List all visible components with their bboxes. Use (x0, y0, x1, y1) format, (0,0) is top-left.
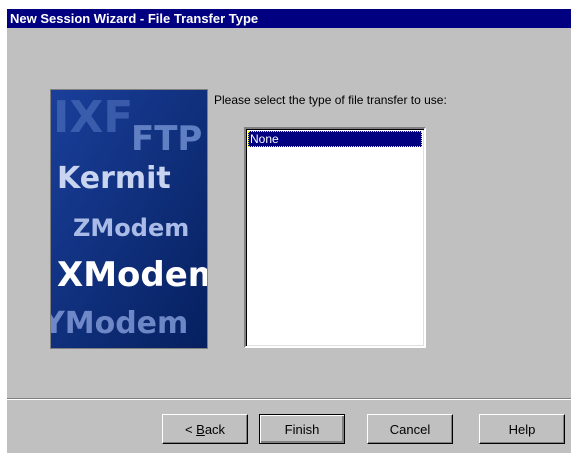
window-title: New Session Wizard - File Transfer Type (7, 9, 571, 28)
transfer-type-listbox[interactable]: None (244, 127, 426, 348)
transfer-type-prompt: Please select the type of file transfer … (214, 93, 447, 107)
back-rest: ack (204, 421, 226, 437)
button-separator (7, 398, 571, 400)
cancel-button[interactable]: Cancel (367, 414, 453, 444)
back-mnemonic: B (196, 421, 205, 437)
art-word-kermit: Kermit (57, 161, 171, 196)
art-word-ymodem: YModem (51, 306, 188, 341)
back-prefix: < (184, 421, 197, 437)
back-button[interactable]: < Back (162, 414, 248, 444)
art-word-xmodem: XModem (57, 255, 207, 295)
wizard-window: New Session Wizard - File Transfer Type … (7, 9, 571, 453)
art-word-ixf: IXF (53, 92, 133, 143)
finish-button[interactable]: Finish (259, 414, 345, 444)
list-item-none[interactable]: None (248, 131, 422, 147)
help-button[interactable]: Help (479, 414, 565, 444)
protocols-artwork: IXF FTP Kermit ZModem XModem YModem (50, 89, 208, 349)
art-word-ftp: FTP (131, 119, 202, 159)
art-word-zmodem: ZModem (73, 214, 189, 242)
